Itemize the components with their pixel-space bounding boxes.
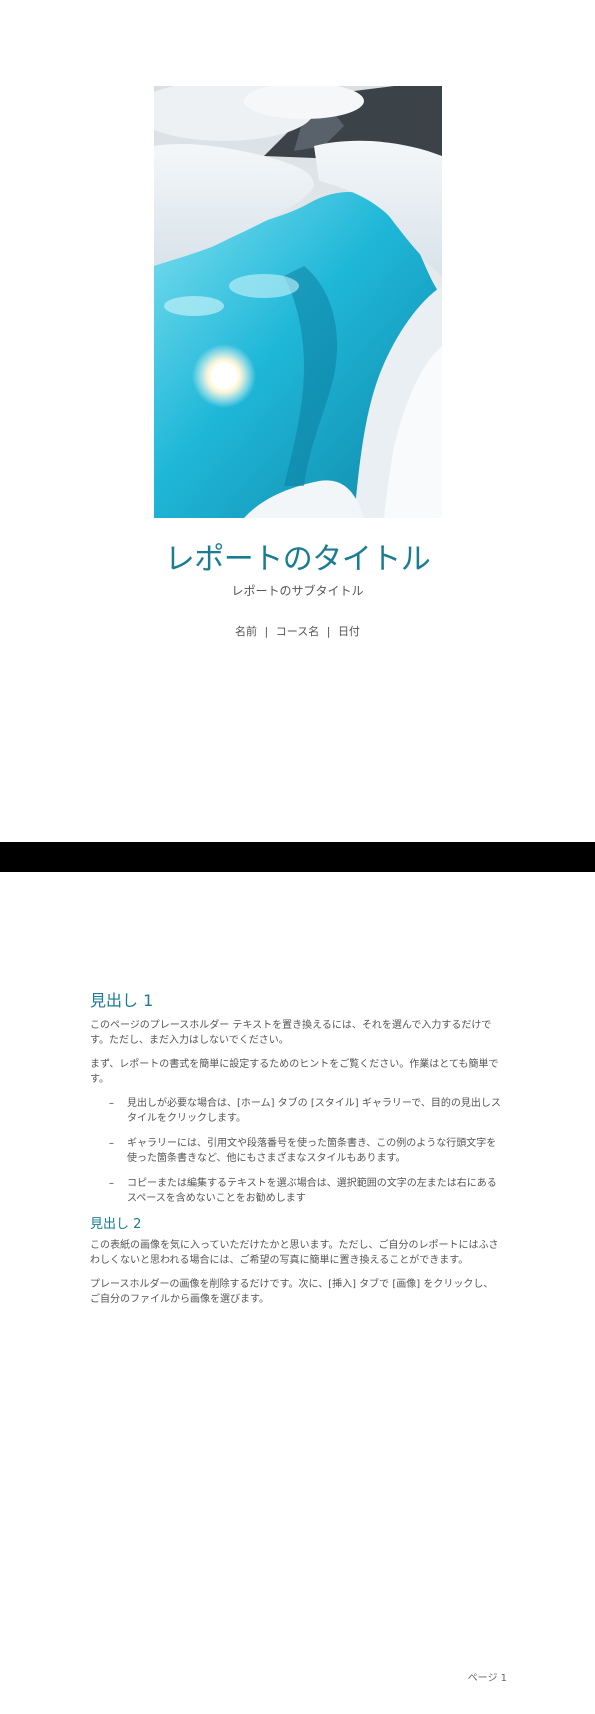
meta-separator: |	[264, 625, 269, 638]
list-item-text: 見出しが必要な場合は、[ホーム] タブの [スタイル] ギャラリーで、目的の見出…	[127, 1098, 501, 1124]
cover-meta-line: 名前 | コース名 | 日付	[0, 624, 595, 640]
report-date[interactable]: 日付	[338, 625, 360, 638]
paragraph[interactable]: このページのプレースホルダー テキストを置き換えるには、それを選んで入力するだけ…	[90, 1018, 502, 1048]
author-name[interactable]: 名前	[235, 625, 257, 638]
paragraph[interactable]: プレースホルダーの画像を削除するだけです。次に、[挿入] タブで [画像] をク…	[90, 1277, 502, 1307]
heading-1[interactable]: 見出し 1	[90, 990, 502, 1012]
glacier-photo	[154, 86, 442, 518]
course-name[interactable]: コース名	[276, 625, 319, 638]
heading-2[interactable]: 見出し 2	[90, 1216, 502, 1234]
bullet-dash-icon: –	[109, 1178, 114, 1189]
paragraph[interactable]: この表紙の画像を気に入っていただけたかと思います。ただし、ご自分のレポートにはふ…	[90, 1238, 502, 1268]
cover-page: レポートのタイトル レポートのサブタイトル 名前 | コース名 | 日付	[0, 0, 595, 842]
list-item-text: ギャラリーには、引用文や段落番号を使った箇条書き、この例のような行頭文字を使った…	[127, 1138, 497, 1164]
body-content: 見出し 1 このページのプレースホルダー テキストを置き換えるには、それを選んで…	[90, 990, 502, 1316]
meta-separator: |	[326, 625, 331, 638]
list-item-text: コピーまたは編集するテキストを選ぶ場合は、選択範囲の文字の左または右にあるスペー…	[127, 1178, 497, 1204]
bullet-dash-icon: –	[109, 1138, 114, 1149]
report-title[interactable]: レポートのタイトル	[0, 540, 595, 580]
body-page: 見出し 1 このページのプレースホルダー テキストを置き換えるには、それを選んで…	[0, 872, 595, 1714]
page-number: ページ 1	[467, 1673, 507, 1684]
bullet-list: – 見出しが必要な場合は、[ホーム] タブの [スタイル] ギャラリーで、目的の…	[90, 1096, 502, 1206]
paragraph[interactable]: まず、レポートの書式を簡単に設定するためのヒントをご覧ください。作業はとても簡単…	[90, 1057, 502, 1087]
list-item[interactable]: – ギャラリーには、引用文や段落番号を使った箇条書き、この例のような行頭文字を使…	[90, 1136, 502, 1166]
cover-image-glacier[interactable]	[154, 86, 442, 518]
list-item[interactable]: – コピーまたは編集するテキストを選ぶ場合は、選択範囲の文字の左または右にあるス…	[90, 1176, 502, 1206]
page-separator-band	[0, 842, 595, 872]
report-subtitle[interactable]: レポートのサブタイトル	[0, 583, 595, 599]
list-item[interactable]: – 見出しが必要な場合は、[ホーム] タブの [スタイル] ギャラリーで、目的の…	[90, 1096, 502, 1126]
bullet-dash-icon: –	[109, 1098, 114, 1109]
